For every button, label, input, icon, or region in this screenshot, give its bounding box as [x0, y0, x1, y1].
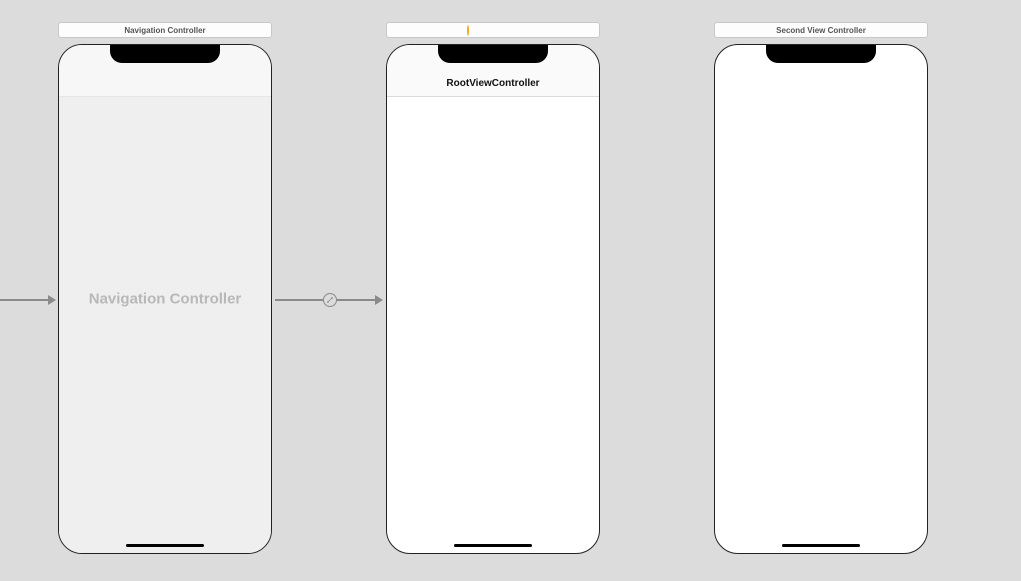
device-notch	[766, 45, 876, 63]
navbar-title-label: RootViewController	[446, 78, 539, 89]
scene-title-bar[interactable]: Navigation Controller	[58, 22, 272, 38]
scene-root-view-controller[interactable]: RootViewController	[386, 22, 600, 554]
scene-navigation-controller[interactable]: Navigation Controller Navigation Control…	[58, 22, 272, 554]
scene-title-label: Second View Controller	[776, 26, 866, 35]
initial-entry-arrow[interactable]	[0, 290, 56, 310]
home-indicator	[782, 544, 860, 547]
device-frame[interactable]	[714, 44, 928, 554]
device-frame[interactable]: Navigation Controller	[58, 44, 272, 554]
nav-placeholder-label: Navigation Controller	[89, 291, 242, 308]
home-indicator	[454, 544, 532, 547]
exit-icon[interactable]	[497, 26, 505, 34]
scene-dock[interactable]	[467, 26, 505, 34]
scene-title-bar[interactable]: Second View Controller	[714, 22, 928, 38]
device-notch	[110, 45, 220, 63]
first-responder-icon[interactable]	[467, 26, 475, 34]
segue-kind-icon	[323, 293, 337, 307]
root-relationship-segue[interactable]	[275, 290, 383, 310]
home-indicator	[126, 544, 204, 547]
nav-content-body	[59, 97, 271, 553]
view-controller-icon[interactable]	[482, 26, 490, 34]
storyboard-canvas[interactable]: Navigation Controller Navigation Control…	[0, 0, 1021, 581]
scene-second-view-controller[interactable]: Second View Controller	[714, 22, 928, 554]
device-notch	[438, 45, 548, 63]
scene-title-label: Navigation Controller	[124, 26, 205, 35]
scene-title-bar-selected[interactable]	[386, 22, 600, 38]
device-frame[interactable]: RootViewController	[386, 44, 600, 554]
